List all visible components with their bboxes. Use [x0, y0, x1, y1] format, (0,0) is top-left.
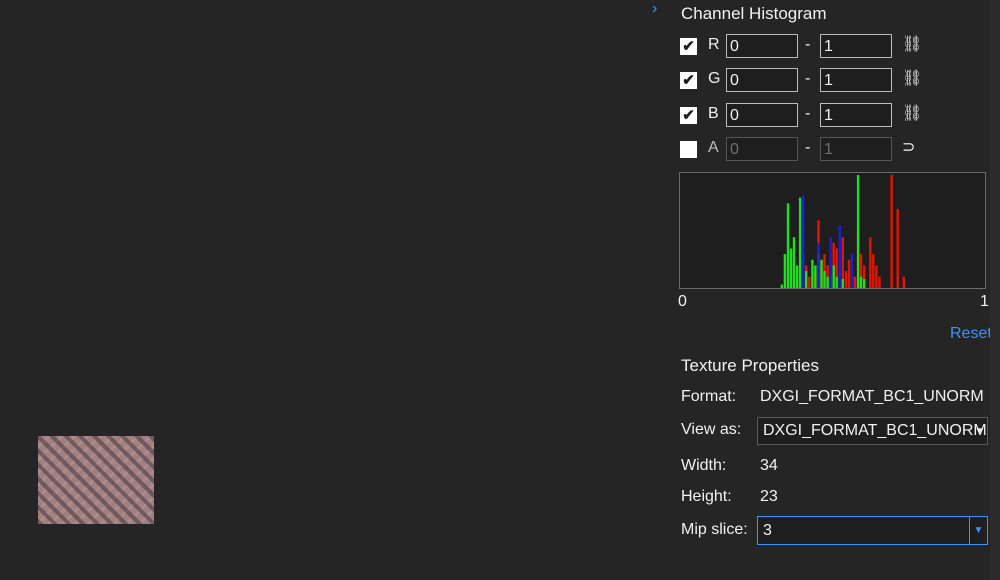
mip-slice-label: Mip slice: — [681, 521, 748, 538]
histogram-bar-g — [859, 276, 863, 288]
channel-b-max-input[interactable]: 1 — [820, 103, 892, 127]
histogram-bar-r — [890, 175, 893, 288]
height-label: Height: — [681, 488, 732, 505]
histogram-bar-g — [789, 248, 793, 288]
channel-r-max-input[interactable]: 1 — [820, 34, 892, 58]
texture-viewport[interactable] — [0, 0, 665, 580]
width-value: 34 — [760, 457, 778, 474]
histogram-bar-g — [814, 265, 817, 288]
histogram-bar-r — [878, 276, 881, 288]
chevron-down-icon: ▾ — [976, 425, 982, 437]
range-dash: - — [805, 36, 811, 53]
histogram-bar-g — [795, 265, 799, 288]
histogram-bar-r — [875, 265, 878, 288]
format-value: DXGI_FORMAT_BC1_UNORM — [760, 388, 984, 405]
histogram-bar-g — [811, 259, 814, 288]
link-icon[interactable]: ⛓ — [902, 68, 922, 88]
histogram-bar-b — [850, 254, 854, 288]
channel-b-label: B — [708, 105, 719, 122]
histogram-bar-g — [856, 175, 860, 288]
histogram-bar-r — [808, 276, 811, 288]
histogram-bar-g — [835, 276, 838, 288]
histogram-axis-max: 1 — [980, 293, 989, 310]
histogram-bar-b — [838, 225, 841, 288]
histogram-bar-g — [805, 271, 808, 288]
histogram-bar-r — [844, 271, 848, 288]
channel-g-checkbox[interactable]: ✔ — [680, 72, 697, 89]
histogram-bar-r — [847, 259, 851, 288]
range-dash: - — [805, 70, 811, 87]
mip-slice-value[interactable]: 3 — [763, 522, 772, 540]
histogram-bar-r — [853, 276, 857, 288]
texture-properties-title: Texture Properties — [681, 356, 819, 375]
histogram-bar-g — [820, 259, 823, 288]
channel-g-max-input[interactable]: 1 — [820, 68, 892, 92]
histogram-bar-g — [792, 237, 796, 288]
histogram-svg — [780, 175, 905, 288]
histogram-bar-g — [823, 271, 826, 288]
histogram-bar-b — [802, 195, 805, 288]
view-as-dropdown[interactable]: DXGI_FORMAT_BC1_UNORM ▾ — [757, 417, 988, 445]
channel-a-max-input: 1 — [820, 137, 892, 161]
channel-a-min-input: 0 — [726, 137, 798, 161]
mip-slice-combobox[interactable]: 3 ▼ — [757, 516, 988, 545]
channel-b-min-input[interactable]: 0 — [726, 103, 798, 127]
panel-scrollbar[interactable] — [990, 0, 1000, 580]
chevron-down-icon[interactable]: ▼ — [969, 517, 987, 544]
link-icon[interactable]: ⛓ — [902, 34, 922, 54]
histogram-bar-g — [786, 203, 790, 288]
channel-r-min-input[interactable]: 0 — [726, 34, 798, 58]
width-label: Width: — [681, 457, 727, 474]
histogram-bar-g — [832, 265, 835, 288]
range-dash: - — [805, 105, 811, 122]
histogram-bar-r — [872, 254, 875, 288]
unlink-icon[interactable]: ⊃ — [902, 137, 915, 157]
histogram-bar-g — [798, 197, 802, 288]
texture-preview-image — [38, 436, 154, 524]
histogram-plot — [679, 172, 986, 289]
histogram-bar-g — [780, 284, 783, 288]
channel-g-min-input[interactable]: 0 — [726, 68, 798, 92]
histogram-bar-g — [826, 276, 829, 288]
channel-a-checkbox[interactable] — [680, 141, 697, 158]
histogram-axis-min: 0 — [678, 293, 687, 310]
histogram-bar-g — [863, 279, 866, 288]
view-as-value: DXGI_FORMAT_BC1_UNORM — [763, 422, 987, 439]
histogram-bar-b — [817, 242, 820, 288]
collapse-panel-icon[interactable]: › — [652, 0, 657, 18]
format-label: Format: — [681, 388, 737, 405]
reset-link[interactable]: Reset — [950, 325, 992, 343]
channel-r-label: R — [708, 36, 720, 53]
view-as-label: View as: — [681, 421, 742, 438]
channel-histogram-title: Channel Histogram — [681, 4, 827, 23]
range-dash: - — [805, 139, 811, 156]
channel-a-label: A — [708, 139, 719, 156]
channel-b-checkbox[interactable]: ✔ — [680, 107, 697, 124]
histogram-bar-r — [869, 237, 872, 288]
histogram-bar-r — [902, 276, 905, 288]
channel-r-checkbox[interactable]: ✔ — [680, 38, 697, 55]
channel-g-label: G — [708, 70, 721, 87]
histogram-bar-r — [896, 208, 899, 288]
histogram-bar-g — [841, 279, 844, 288]
link-icon[interactable]: ⛓ — [902, 103, 922, 123]
height-value: 23 — [760, 488, 778, 505]
histogram-bar-b — [829, 237, 832, 288]
histogram-bar-g — [783, 254, 787, 288]
